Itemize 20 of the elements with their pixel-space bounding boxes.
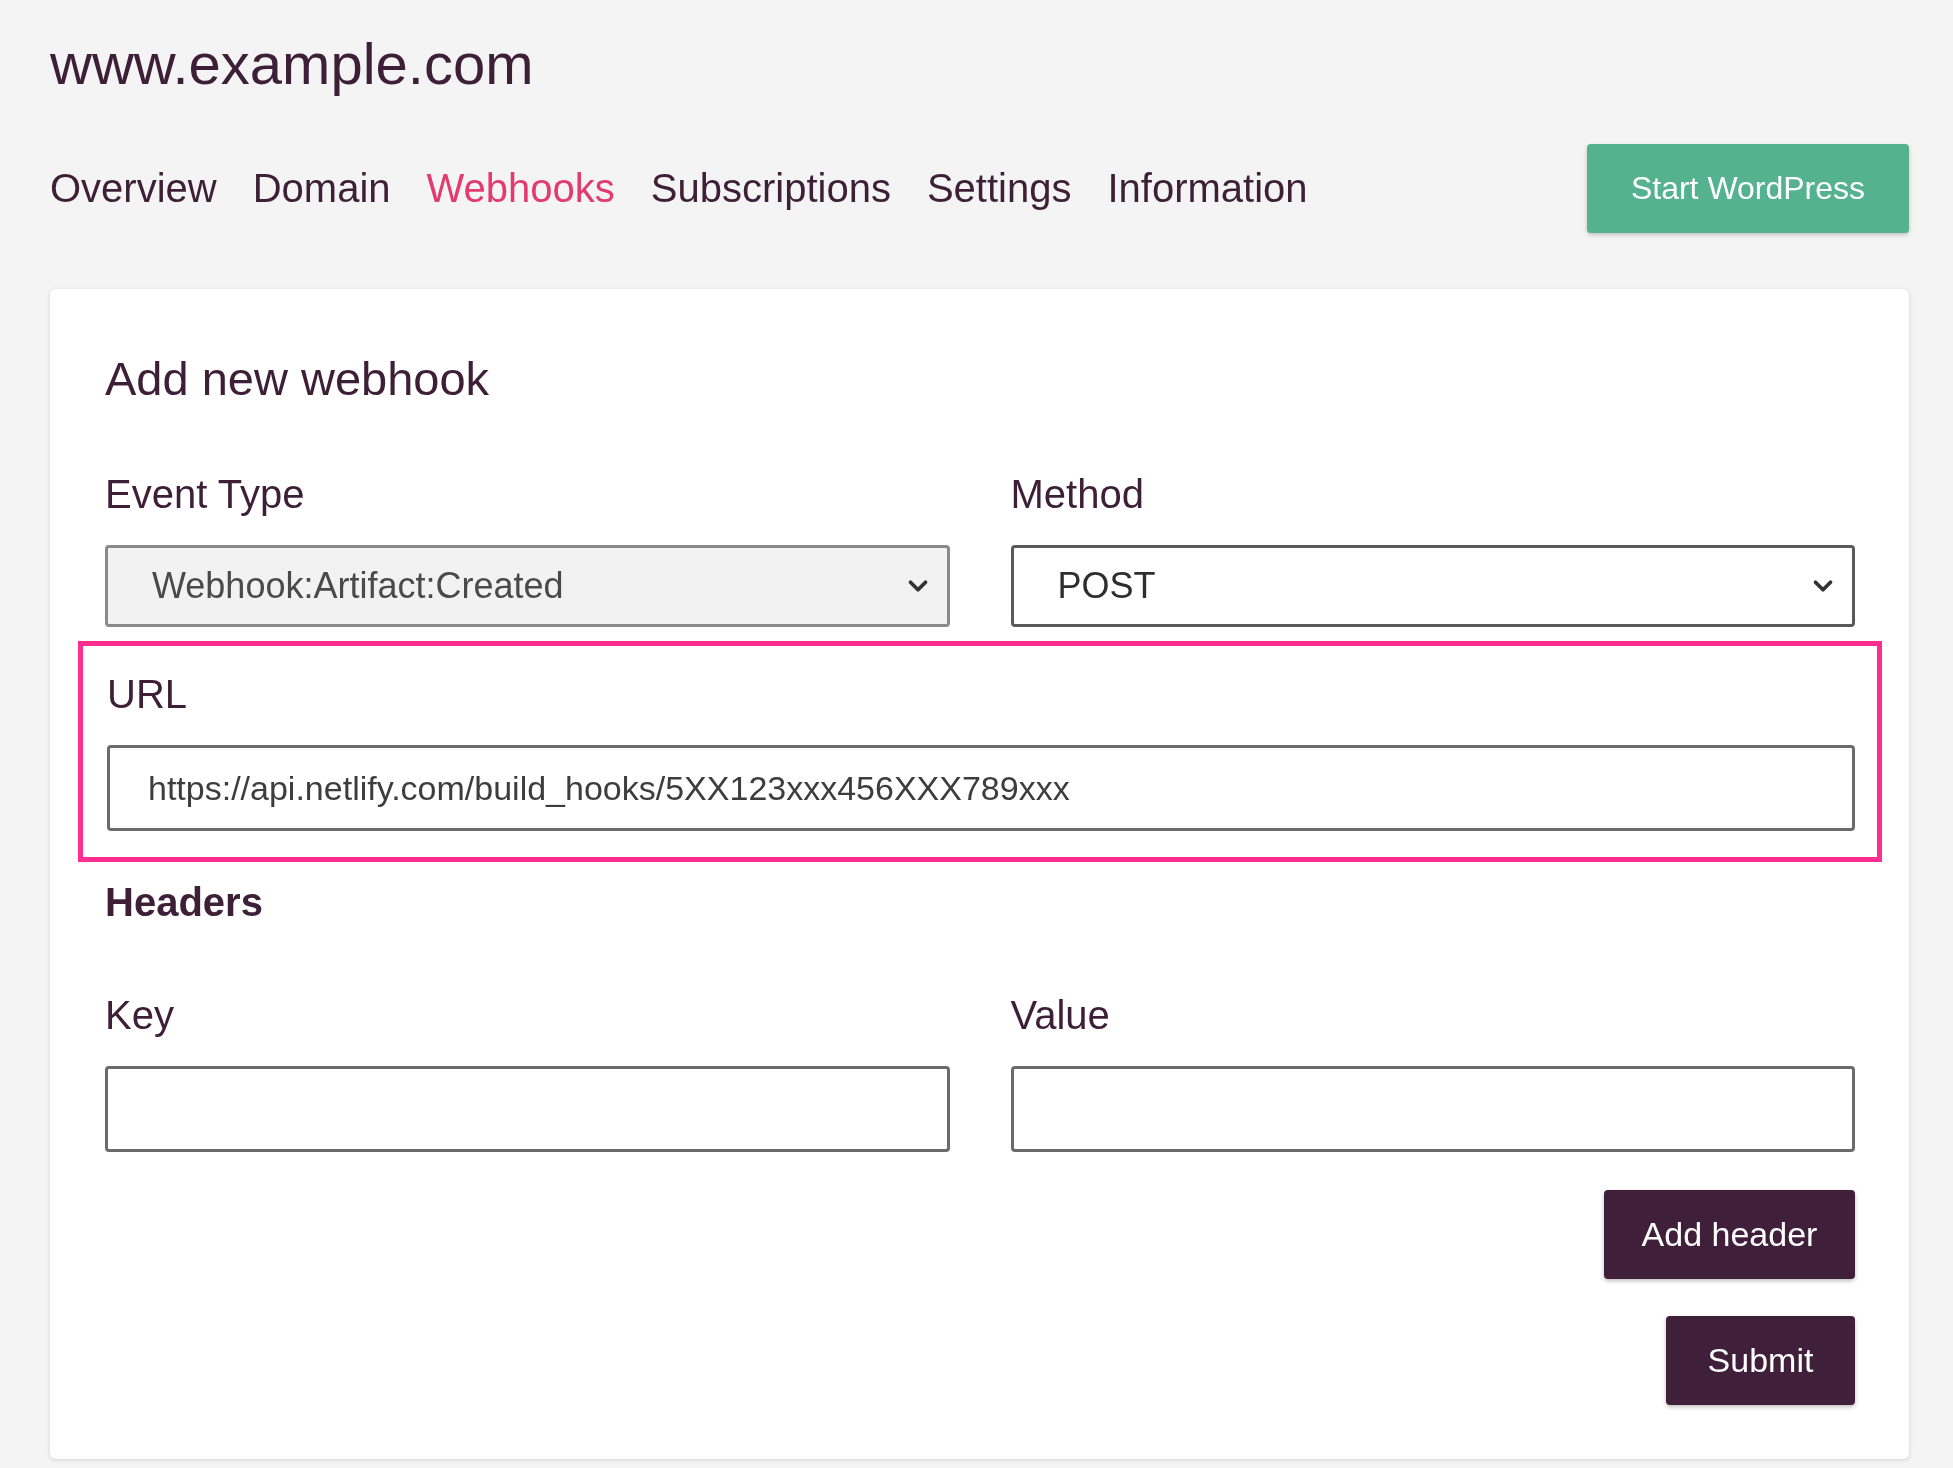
add-header-button[interactable]: Add header: [1604, 1190, 1855, 1279]
url-field[interactable]: https://api.netlify.com/build_hooks/5XX123xxx456XXX789xxx: [107, 745, 1855, 831]
field-label: URL: [107, 672, 189, 717]
nav-tab[interactable]: Domain: [252, 166, 391, 211]
submit-button[interactable]: Submit: [1666, 1316, 1855, 1405]
field-label: Event Type: [105, 472, 306, 517]
key-field[interactable]: [105, 1066, 950, 1152]
nav-tab[interactable]: Settings: [926, 166, 1072, 211]
nav-tab[interactable]: Subscriptions: [650, 166, 891, 211]
field-label: Value: [1010, 993, 1111, 1038]
form-title: Add new webhook: [105, 351, 491, 406]
nav-tab[interactable]: Overview: [50, 166, 217, 211]
site-title: www.example.com: [50, 30, 535, 98]
field-label: Key: [105, 993, 175, 1038]
nav-tab[interactable]: Webhooks: [426, 166, 615, 211]
method-dropdown[interactable]: POST: [1010, 545, 1855, 627]
section-heading: Headers: [105, 880, 264, 925]
nav-tab[interactable]: Information: [1107, 166, 1308, 211]
value-field[interactable]: [1010, 1066, 1855, 1152]
field-label: Method: [1010, 472, 1145, 517]
